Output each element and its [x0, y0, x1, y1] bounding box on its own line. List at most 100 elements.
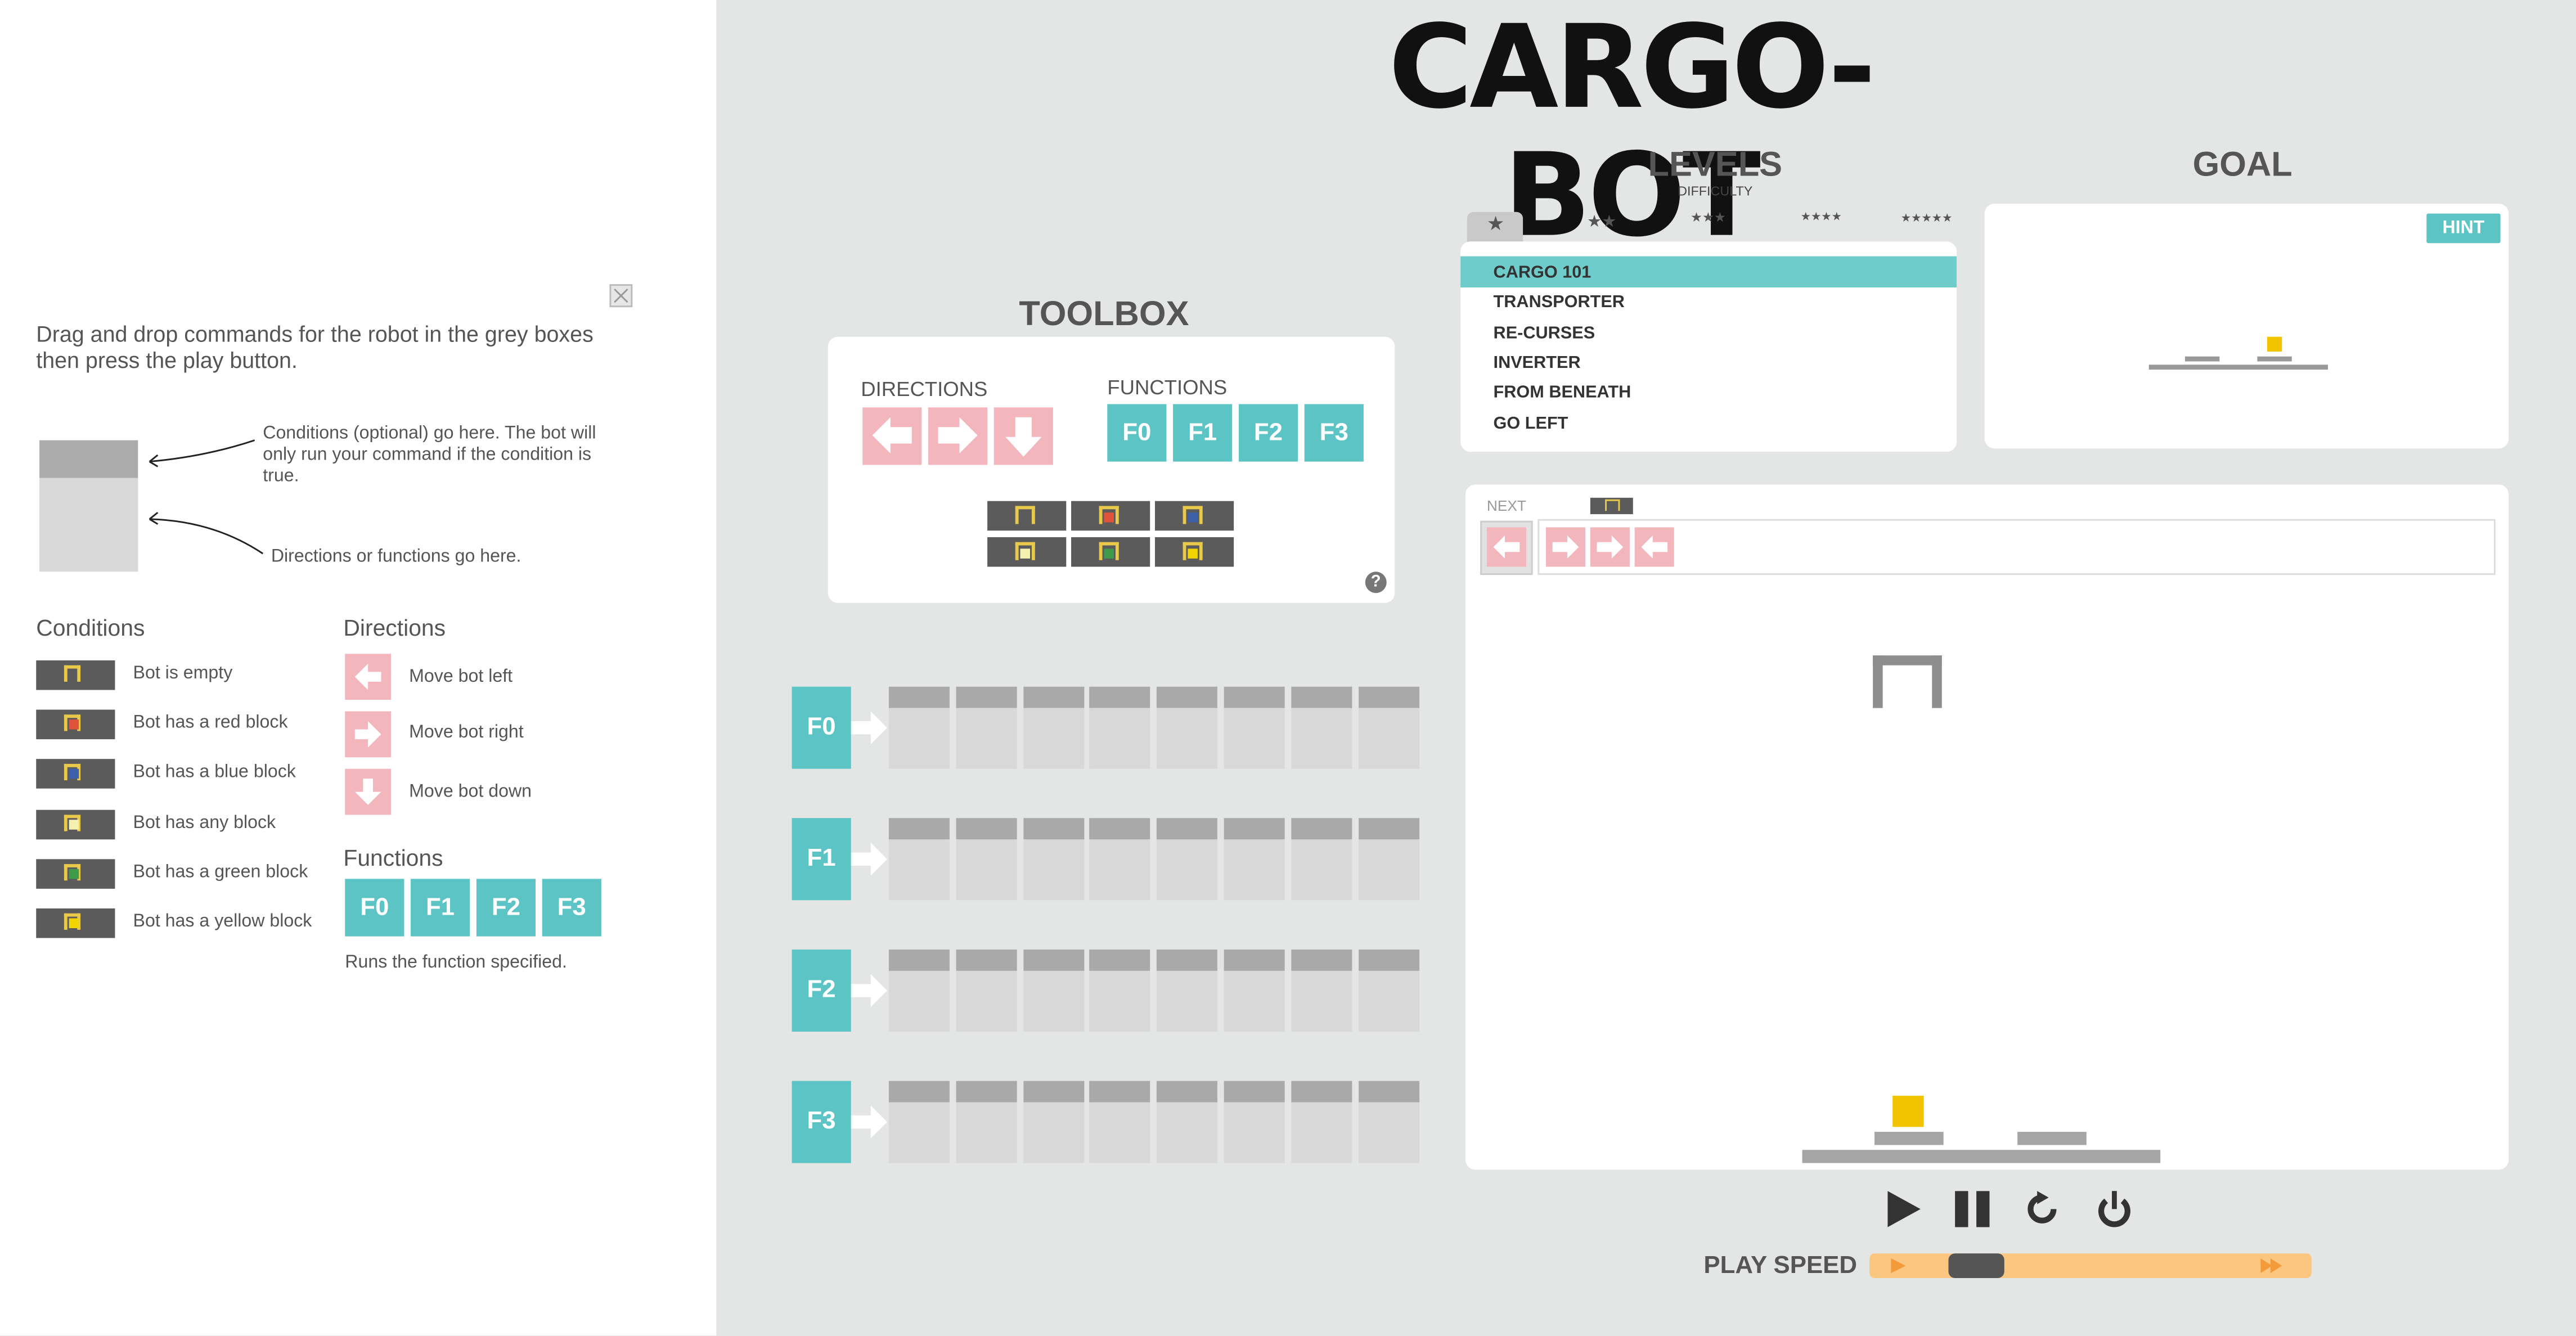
program-condition-slot[interactable] [956, 686, 1017, 708]
toolbox-f3-button[interactable]: F3 [1304, 404, 1364, 462]
program-row-label: F0 [792, 686, 851, 769]
program-command-slot[interactable] [1023, 708, 1084, 769]
program-condition-slot[interactable] [1357, 818, 1419, 840]
program-condition-slot[interactable] [1291, 1081, 1352, 1103]
level-item[interactable]: INVERTER [1494, 353, 1581, 373]
level-item[interactable]: RE-CURSES [1494, 323, 1595, 343]
program-command-slot[interactable] [1291, 839, 1352, 901]
level-item[interactable]: GO LEFT [1494, 413, 1568, 433]
program-command-slot[interactable] [1357, 970, 1419, 1032]
program-condition-slot[interactable] [1090, 818, 1151, 840]
toolbox-condition-icon[interactable] [987, 501, 1067, 531]
program-condition-slot[interactable] [888, 818, 950, 840]
toolbox-condition-icon[interactable] [1154, 501, 1234, 531]
program-condition-slot[interactable] [888, 1081, 950, 1103]
program-command-slot[interactable] [888, 708, 950, 769]
toolbox-f0-button[interactable]: F0 [1107, 404, 1167, 462]
toolbox-f1-button[interactable]: F1 [1173, 404, 1233, 462]
program-condition-slot[interactable] [1023, 818, 1084, 840]
level-tab-3[interactable]: ★★★ [1691, 210, 1726, 225]
program-condition-slot[interactable] [1224, 1081, 1285, 1103]
program-condition-slot[interactable] [1357, 686, 1419, 708]
program-condition-slot[interactable] [1157, 686, 1218, 708]
play-icon[interactable] [1885, 1191, 1924, 1235]
program-command-slot[interactable] [1090, 970, 1151, 1032]
program-command-slot[interactable] [956, 708, 1017, 769]
play-speed-slider[interactable] [1869, 1253, 2312, 1278]
program-command-slot[interactable] [1023, 970, 1084, 1032]
program-command-slot[interactable] [1023, 1102, 1084, 1163]
row-arrow-icon [851, 1103, 887, 1150]
toolbox-left-arrow[interactable] [862, 407, 922, 465]
program-command-slot[interactable] [956, 839, 1017, 901]
program-condition-slot[interactable] [1224, 686, 1285, 708]
program-condition-slot[interactable] [1157, 949, 1218, 971]
program-condition-slot[interactable] [1291, 949, 1352, 971]
program-command-slot[interactable] [1157, 708, 1218, 769]
program-command-slot[interactable] [1090, 839, 1151, 901]
program-command-slot[interactable] [1224, 970, 1285, 1032]
program-condition-slot[interactable] [956, 1081, 1017, 1103]
program-command-slot[interactable] [1157, 1102, 1218, 1163]
program-condition-slot[interactable] [1224, 949, 1285, 971]
program-condition-slot[interactable] [1291, 686, 1352, 708]
program-command-slot[interactable] [888, 1102, 950, 1163]
close-icon[interactable] [609, 284, 633, 308]
program-condition-slot[interactable] [956, 949, 1017, 971]
program-command-slot[interactable] [1357, 1102, 1419, 1163]
functions-note: Runs the function specified. [345, 952, 567, 973]
condition-icon [36, 908, 115, 938]
program-condition-slot[interactable] [888, 949, 950, 971]
toolbox-f2-button[interactable]: F2 [1238, 404, 1298, 462]
program-condition-slot[interactable] [1090, 949, 1151, 971]
program-condition-slot[interactable] [1090, 1081, 1151, 1103]
program-command-slot[interactable] [1357, 708, 1419, 769]
toolbox-condition-icon[interactable] [1071, 501, 1150, 531]
program-condition-slot[interactable] [1157, 818, 1218, 840]
program-condition-slot[interactable] [1157, 1081, 1218, 1103]
program-command-slot[interactable] [956, 970, 1017, 1032]
program-command-slot[interactable] [888, 839, 950, 901]
program-condition-slot[interactable] [1224, 818, 1285, 840]
level-tab-5[interactable]: ★★★★★ [1901, 212, 1953, 225]
toolbox-condition-icon[interactable] [1071, 537, 1150, 567]
program-command-slot[interactable] [1224, 839, 1285, 901]
toolbox-condition-icon[interactable] [1154, 537, 1234, 567]
play-speed-thumb[interactable] [1948, 1253, 2004, 1278]
program-condition-slot[interactable] [1090, 686, 1151, 708]
program-condition-slot[interactable] [1023, 686, 1084, 708]
program-command-slot[interactable] [1157, 839, 1218, 901]
program-condition-slot[interactable] [1291, 818, 1352, 840]
power-icon[interactable] [2094, 1187, 2134, 1239]
program-command-slot[interactable] [888, 970, 950, 1032]
help-icon[interactable]: ? [1365, 572, 1387, 593]
program-command-slot[interactable] [1291, 970, 1352, 1032]
program-condition-slot[interactable] [1357, 1081, 1419, 1103]
program-condition-slot[interactable] [1023, 949, 1084, 971]
program-condition-slot[interactable] [956, 818, 1017, 840]
program-command-slot[interactable] [1090, 1102, 1151, 1163]
level-item[interactable]: TRANSPORTER [1494, 293, 1625, 313]
program-command-slot[interactable] [1157, 970, 1218, 1032]
toolbox-down-arrow[interactable] [993, 407, 1053, 465]
program-command-slot[interactable] [1357, 839, 1419, 901]
program-condition-slot[interactable] [888, 686, 950, 708]
level-tab-4[interactable]: ★★★★ [1801, 210, 1842, 223]
level-item[interactable]: FROM BENEATH [1494, 383, 1631, 403]
program-command-slot[interactable] [1224, 1102, 1285, 1163]
program-command-slot[interactable] [1224, 708, 1285, 769]
toolbox-right-arrow[interactable] [928, 407, 988, 465]
program-command-slot[interactable] [1090, 708, 1151, 769]
pause-icon[interactable] [1953, 1191, 1993, 1235]
level-tab-2[interactable]: ★★ [1587, 214, 1616, 232]
program-command-slot[interactable] [1023, 839, 1084, 901]
program-command-slot[interactable] [1291, 1102, 1352, 1163]
hint-button[interactable]: HINT [2426, 213, 2501, 244]
program-command-slot[interactable] [956, 1102, 1017, 1163]
program-condition-slot[interactable] [1023, 1081, 1084, 1103]
toolbox-condition-icon[interactable] [987, 537, 1067, 567]
level-item[interactable]: CARGO 101 [1494, 263, 1592, 282]
reset-icon[interactable] [2022, 1189, 2062, 1237]
program-command-slot[interactable] [1291, 708, 1352, 769]
program-condition-slot[interactable] [1357, 949, 1419, 971]
